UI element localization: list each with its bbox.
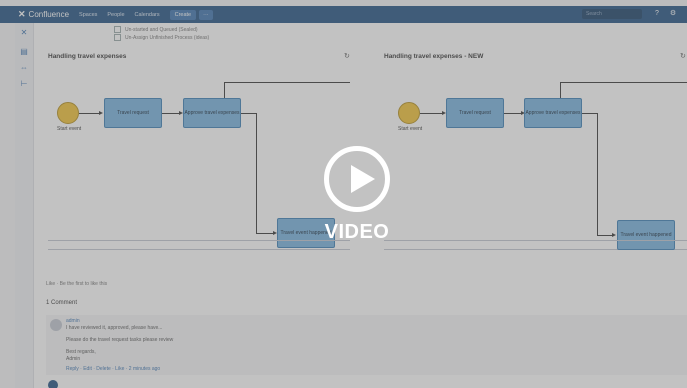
video-label: VIDEO — [324, 221, 390, 243]
confluence-screenshot: ✕ Confluence Spaces People Calendars Cre… — [0, 0, 687, 388]
play-icon — [351, 165, 375, 193]
play-button[interactable] — [324, 146, 390, 212]
